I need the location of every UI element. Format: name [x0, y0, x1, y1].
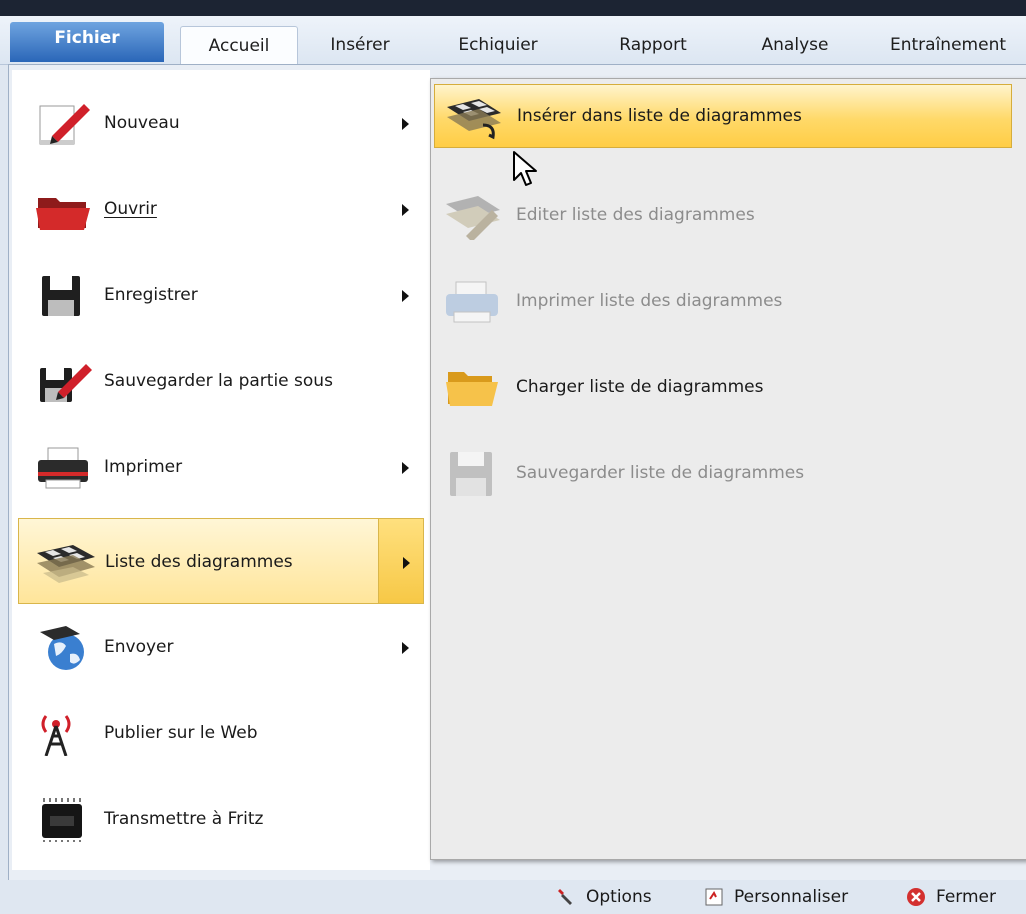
- submenu-item-save-diagram-list[interactable]: Sauvegarder liste de diagrammes: [434, 430, 1014, 516]
- tab-file[interactable]: Fichier: [10, 22, 164, 62]
- menu-item-save[interactable]: Enregistrer: [18, 252, 424, 338]
- submenu-item-label: Imprimer liste des diagrammes: [516, 291, 783, 311]
- open-folder-icon: [36, 198, 90, 230]
- submenu-arrow-icon: [402, 642, 409, 654]
- tab-board[interactable]: Echiquier: [440, 26, 556, 64]
- diagram-board-icon: [37, 545, 95, 583]
- menu-item-send[interactable]: Envoyer: [18, 604, 424, 690]
- menu-item-label: Sauvegarder la partie sous: [104, 371, 333, 391]
- submenu-arrow-icon: [402, 462, 409, 474]
- tab-training[interactable]: Entraînement: [890, 26, 1026, 64]
- send-globe-icon: [40, 626, 84, 670]
- submenu-arrow-icon: [402, 204, 409, 216]
- menu-item-new[interactable]: Nouveau: [18, 80, 424, 166]
- options-label: Options: [586, 887, 652, 907]
- load-folder-icon: [446, 372, 498, 406]
- menu-item-label: Transmettre à Fritz: [104, 809, 264, 829]
- customize-icon: [705, 888, 723, 906]
- insert-diagram-icon: [447, 99, 501, 140]
- close-button[interactable]: Fermer: [906, 884, 1016, 910]
- tab-home[interactable]: Accueil: [180, 26, 298, 65]
- menu-item-label: Ouvrir: [104, 199, 157, 219]
- new-document-icon: [39, 104, 90, 145]
- submenu-arrow-icon: [402, 118, 409, 130]
- submenu-item-label: Charger liste de diagrammes: [516, 377, 764, 397]
- menu-item-label: Liste des diagrammes: [105, 552, 293, 572]
- close-icon: [907, 888, 925, 906]
- tab-report[interactable]: Rapport: [598, 26, 708, 64]
- submenu-arrow-area[interactable]: [378, 519, 423, 603]
- mouse-pointer-icon: [513, 151, 537, 186]
- save-icon: [42, 276, 80, 316]
- antenna-icon: [41, 715, 71, 756]
- customize-button[interactable]: Personnaliser: [704, 884, 884, 910]
- window-titlebar: [0, 0, 1026, 16]
- menu-item-save-as[interactable]: Sauvegarder la partie sous: [18, 338, 424, 424]
- submenu-item-insert-diagram[interactable]: Insérer dans liste de diagrammes: [434, 84, 1012, 148]
- tab-analysis[interactable]: Analyse: [740, 26, 850, 64]
- printer-icon: [38, 447, 88, 489]
- save-as-icon: [40, 364, 92, 402]
- customize-label: Personnaliser: [734, 887, 849, 907]
- menu-item-label: Publier sur le Web: [104, 723, 258, 743]
- submenu-item-print-diagram-list[interactable]: Imprimer liste des diagrammes: [434, 258, 1014, 344]
- submenu-item-label: Editer liste des diagrammes: [516, 205, 755, 225]
- submenu-item-label: Sauvegarder liste de diagrammes: [516, 463, 805, 483]
- save-disk-icon: [450, 452, 492, 496]
- menu-item-label: Envoyer: [104, 637, 174, 657]
- menu-item-transmit-fritz[interactable]: Transmettre à Fritz: [18, 776, 424, 862]
- menu-item-publish-web[interactable]: Publier sur le Web: [18, 690, 424, 776]
- menu-item-open[interactable]: Ouvrir: [18, 166, 424, 252]
- submenu-item-load-diagram-list[interactable]: Charger liste de diagrammes: [434, 344, 1014, 430]
- menu-item-print[interactable]: Imprimer: [18, 424, 424, 510]
- tab-insert[interactable]: Insérer: [312, 26, 408, 64]
- submenu-arrow-icon: [402, 290, 409, 302]
- menu-item-diagram-list[interactable]: Liste des diagrammes: [18, 518, 424, 604]
- chip-icon: [42, 798, 82, 842]
- options-button[interactable]: Options: [556, 884, 676, 910]
- wrench-icon: [558, 889, 572, 905]
- menu-item-label: Nouveau: [104, 113, 180, 133]
- menu-item-label: Enregistrer: [104, 285, 198, 305]
- close-label: Fermer: [936, 887, 997, 907]
- menu-item-label: Imprimer: [104, 457, 183, 477]
- submenu-item-label: Insérer dans liste de diagrammes: [517, 106, 802, 126]
- print-diagram-icon: [446, 281, 498, 323]
- submenu-arrow-icon: [403, 557, 410, 569]
- edit-diagram-icon: [446, 196, 500, 240]
